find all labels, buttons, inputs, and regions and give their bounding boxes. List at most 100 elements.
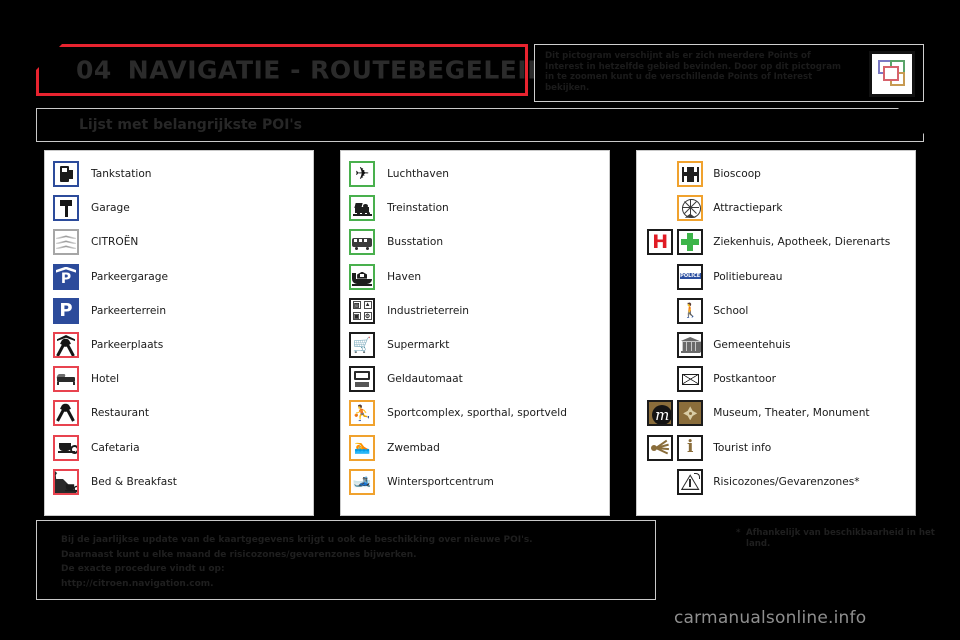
poi-row: ▧ ▲ ▣ ⚙ Industrieterrein: [349, 294, 601, 328]
update-note-url[interactable]: http://citroen.navigation.com.: [61, 577, 533, 592]
poi-row: H Ziekenhuis, Apotheek, Dierenarts: [645, 225, 907, 259]
footnote: * Afhankelijk van beschikbaarheid in het…: [736, 528, 946, 550]
swimming-pool-icon: 🏊: [349, 434, 376, 461]
update-note-box: Bij de jaarlijkse update van de kaartgeg…: [36, 520, 656, 600]
poi-icon-group: ▧ ▲ ▣ ⚙: [349, 297, 376, 324]
poi-label: Industrieterrein: [387, 304, 469, 317]
poi-row: Risicozones/Gevarenzones*: [645, 465, 907, 499]
poi-row: Cafetaria: [53, 431, 305, 465]
poi-label: CITROËN: [91, 236, 139, 249]
poi-label: School: [713, 304, 749, 317]
poi-label: Attractiepark: [713, 202, 783, 215]
poi-label: Gemeentehuis: [713, 339, 791, 352]
poi-label: Garage: [91, 202, 130, 215]
update-note-line: De exacte procedure vindt u op:: [61, 564, 225, 574]
poi-label: Luchthaven: [387, 168, 449, 181]
school-icon: 🚶: [677, 297, 704, 324]
poi-row: i Tourist info: [645, 431, 907, 465]
poi-row: m Museum, Theater, Monument: [645, 396, 907, 430]
footnote-text: Afhankelijk van beschikbaarheid in het l…: [746, 528, 935, 549]
poi-column-2: ✈ Luchthaven Treinstation Busstation Hav…: [340, 150, 611, 516]
multiple-poi-note-text: Dit pictogram verschijnt als er zich mee…: [545, 51, 841, 93]
poi-row: Attractiepark: [645, 191, 907, 225]
section-title-bar: Lijst met belangrijkste POI's: [36, 108, 924, 142]
shopping-cart-icon: 🛒: [349, 332, 376, 359]
pharmacy-cross-icon: [677, 229, 704, 256]
poi-icon-group: [53, 434, 79, 461]
poi-icon-group: [349, 229, 376, 256]
poi-row: Haven: [349, 260, 601, 294]
poi-icon-group: [53, 161, 79, 188]
poi-row: 🛒 Supermarkt: [349, 328, 601, 362]
poi-label: Hotel: [91, 373, 120, 386]
poi-row: Geldautomaat: [349, 362, 601, 396]
museum-m-icon: m: [647, 400, 674, 427]
poi-icon-group: 🏊: [349, 434, 376, 461]
airplane-icon: ✈: [349, 161, 376, 188]
poi-row: Tankstation: [53, 157, 305, 191]
poi-row: 🎿 Wintersportcentrum: [349, 465, 601, 499]
poi-icon-group: [53, 468, 79, 495]
poi-label: Treinstation: [387, 202, 449, 215]
poi-icon-group: [53, 195, 79, 222]
footnote-marker: *: [736, 528, 741, 538]
poi-label: Tankstation: [91, 168, 152, 181]
poi-row: Busstation: [349, 225, 601, 259]
poi-icon-group: [53, 400, 79, 427]
poi-icon-group: 🛒: [349, 332, 376, 359]
chapter-title-line: 04 NAVIGATIE - ROUTEBEGELEIDING: [76, 56, 601, 85]
poi-column-3: Bioscoop Attractiepark H Ziekenhuis, Apo…: [636, 150, 916, 516]
update-note-text: Bij de jaarlijkse update van de kaartgeg…: [61, 533, 533, 591]
poi-icon-group: ⛹: [349, 400, 376, 427]
poi-label: Bed & Breakfast: [91, 475, 177, 488]
poi-row: ⛹ Sportcomplex, sporthal, sportveld: [349, 396, 601, 430]
bus-icon: [349, 229, 376, 256]
poi-label: Sportcomplex, sporthal, sportveld: [387, 407, 567, 420]
poi-row: Garage: [53, 191, 305, 225]
overlapping-squares-icon: [877, 60, 907, 88]
poi-icon-group: 🎿: [349, 468, 376, 495]
sports-complex-icon: ⛹: [349, 400, 376, 427]
poi-label: Restaurant: [91, 407, 149, 420]
fuel-pump-icon: [53, 161, 79, 188]
poi-label: Postkantoor: [713, 373, 776, 386]
poi-icon-group: H: [645, 229, 704, 256]
poi-icon-group: [645, 366, 704, 393]
hazard-zone-icon: [677, 468, 704, 495]
poi-icon-group: i: [645, 434, 704, 461]
chapter-title: NAVIGATIE - ROUTEBEGELEIDING: [127, 55, 601, 85]
poi-label: Parkeergarage: [91, 270, 169, 283]
poi-icon-group: [645, 332, 704, 359]
coffee-cup-icon: [53, 434, 79, 461]
poi-icon-group: P: [53, 263, 79, 290]
monument-icon: [677, 400, 704, 427]
poi-row: P Parkeerterrein: [53, 294, 305, 328]
poi-row: Bed & Breakfast: [53, 465, 305, 499]
poi-label: Wintersportcentrum: [387, 475, 494, 488]
parking-garage-icon: P: [53, 263, 79, 290]
poi-label: Busstation: [387, 236, 444, 249]
poi-icon-group: [645, 195, 704, 222]
poi-label: Haven: [387, 270, 422, 283]
poi-label: Cafetaria: [91, 441, 140, 454]
atm-icon: [349, 366, 376, 393]
poi-label: Bioscoop: [713, 168, 761, 181]
poi-icon-group: [53, 332, 79, 359]
multiple-poi-pictogram: [869, 51, 915, 97]
tourist-beacon-icon: [647, 434, 674, 461]
poi-label: Tourist info: [713, 441, 772, 454]
update-note-line: Daarnaast kunt u elke maand de risicozon…: [61, 549, 417, 560]
rest-area-icon: [53, 332, 79, 359]
poi-row: 🏊 Zwembad: [349, 431, 601, 465]
hotel-bed-icon: [53, 366, 79, 393]
poi-icon-group: m: [645, 400, 704, 427]
poi-columns: Tankstation Garage CITROËN P Parkeergara…: [44, 150, 916, 516]
section-title: Lijst met belangrijkste POI's: [79, 117, 303, 133]
post-office-icon: [677, 366, 704, 393]
poi-icon-group: POLICE: [645, 263, 704, 290]
multiple-poi-note: Dit pictogram verschijnt als er zich mee…: [534, 44, 924, 102]
poi-icon-group: [53, 229, 79, 256]
industrial-estate-icon: ▧ ▲ ▣ ⚙: [349, 297, 376, 324]
poi-row: Postkantoor: [645, 362, 907, 396]
wrench-icon: [53, 195, 79, 222]
